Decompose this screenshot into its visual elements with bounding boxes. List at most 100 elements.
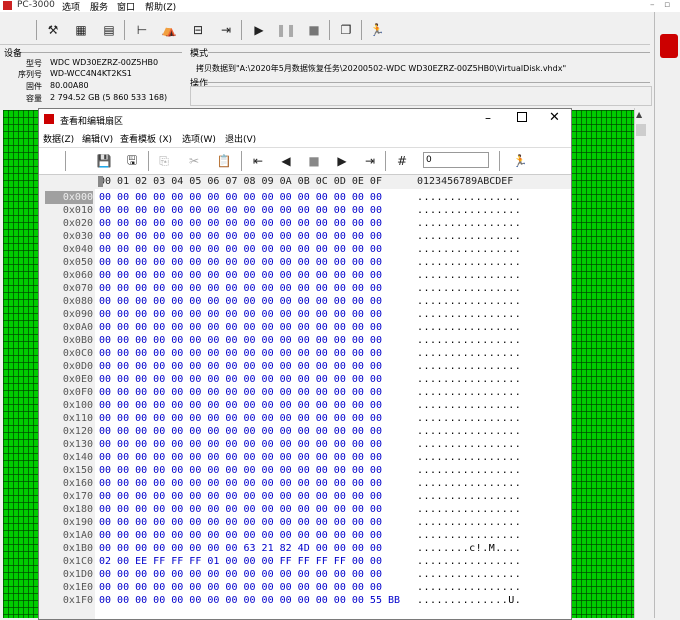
- restore-icon[interactable]: ▫: [664, 0, 670, 10]
- row-bytes[interactable]: 00 00 00 00 00 00 00 00 00 00 00 00 00 0…: [99, 399, 382, 412]
- row-ascii[interactable]: ................: [417, 464, 521, 477]
- copy-icon[interactable]: ⎘: [155, 152, 173, 170]
- row-ascii[interactable]: ................: [417, 568, 521, 581]
- row-bytes[interactable]: 00 00 00 00 00 00 00 00 63 21 82 4D 00 0…: [99, 542, 382, 555]
- row-bytes[interactable]: 00 00 00 00 00 00 00 00 00 00 00 00 00 0…: [99, 191, 382, 204]
- stop-icon[interactable]: ■: [305, 21, 323, 39]
- row-bytes[interactable]: 00 00 00 00 00 00 00 00 00 00 00 00 00 0…: [99, 568, 382, 581]
- pause-icon[interactable]: ❚❚: [276, 21, 296, 39]
- row-bytes[interactable]: 00 00 00 00 00 00 00 00 00 00 00 00 00 0…: [99, 490, 382, 503]
- row-bytes[interactable]: 00 00 00 00 00 00 00 00 00 00 00 00 00 0…: [99, 204, 382, 217]
- hdd-icon[interactable]: ⊟: [189, 21, 207, 39]
- tree-icon[interactable]: ⊢: [133, 21, 151, 39]
- row-ascii[interactable]: ................: [417, 425, 521, 438]
- row-bytes[interactable]: 00 00 00 00 00 00 00 00 00 00 00 00 00 0…: [99, 321, 382, 334]
- tools-icon[interactable]: ⚒: [44, 21, 62, 39]
- row-ascii[interactable]: ................: [417, 412, 521, 425]
- hex-body[interactable]: 0x000 00 00 00 00 00 00 00 00 00 00 00 00…: [39, 191, 571, 619]
- row-ascii[interactable]: ................: [417, 386, 521, 399]
- row-bytes[interactable]: 02 00 EE FF FF FF 01 00 00 00 FF FF FF F…: [99, 555, 382, 568]
- id-icon[interactable]: ▤: [100, 21, 118, 39]
- menu-service[interactable]: 服务: [90, 0, 108, 13]
- first-sector-icon[interactable]: ⇤: [249, 152, 267, 170]
- row-bytes[interactable]: 00 00 00 00 00 00 00 00 00 00 00 00 00 0…: [99, 438, 382, 451]
- row-bytes[interactable]: 00 00 00 00 00 00 00 00 00 00 00 00 00 0…: [99, 308, 382, 321]
- menu-options-w[interactable]: 选项(W): [182, 132, 216, 145]
- row-ascii[interactable]: ................: [417, 347, 521, 360]
- scroll-up-icon[interactable]: ▲: [636, 110, 642, 119]
- row-bytes[interactable]: 00 00 00 00 00 00 00 00 00 00 00 00 00 0…: [99, 373, 382, 386]
- row-ascii[interactable]: ................: [417, 438, 521, 451]
- row-ascii[interactable]: ................: [417, 516, 521, 529]
- row-ascii[interactable]: ................: [417, 529, 521, 542]
- row-ascii[interactable]: ................: [417, 334, 521, 347]
- sector-offset-input[interactable]: [423, 152, 489, 168]
- row-bytes[interactable]: 00 00 00 00 00 00 00 00 00 00 00 00 00 0…: [99, 451, 382, 464]
- row-bytes[interactable]: 00 00 00 00 00 00 00 00 00 00 00 00 00 0…: [99, 412, 382, 425]
- row-ascii[interactable]: ................: [417, 269, 521, 282]
- stop-sector-icon[interactable]: ■: [305, 152, 323, 170]
- last-sector-icon[interactable]: ⇥: [361, 152, 379, 170]
- row-bytes[interactable]: 00 00 00 00 00 00 00 00 00 00 00 00 00 0…: [99, 282, 382, 295]
- menu-exit[interactable]: 退出(V): [225, 132, 256, 145]
- save-icon[interactable]: 💾: [95, 152, 113, 170]
- next-sector-icon[interactable]: ▶: [333, 152, 351, 170]
- row-ascii[interactable]: ................: [417, 555, 521, 568]
- row-bytes[interactable]: 00 00 00 00 00 00 00 00 00 00 00 00 00 0…: [99, 386, 382, 399]
- scroll-thumb[interactable]: [636, 124, 646, 136]
- row-bytes[interactable]: 00 00 00 00 00 00 00 00 00 00 00 00 00 0…: [99, 477, 382, 490]
- row-ascii[interactable]: ................: [417, 217, 521, 230]
- row-bytes[interactable]: 00 00 00 00 00 00 00 00 00 00 00 00 00 0…: [99, 581, 382, 594]
- menu-data[interactable]: 数据(Z): [43, 132, 74, 145]
- row-ascii[interactable]: ........c!.M....: [417, 542, 521, 555]
- window-minimize-icon[interactable]: –: [485, 111, 491, 125]
- prev-sector-icon[interactable]: ◀: [277, 152, 295, 170]
- play-icon[interactable]: ▶: [250, 21, 268, 39]
- row-ascii[interactable]: ................: [417, 373, 521, 386]
- row-bytes[interactable]: 00 00 00 00 00 00 00 00 00 00 00 00 00 0…: [99, 516, 382, 529]
- menu-help[interactable]: 帮助(Z): [145, 0, 176, 13]
- menu-options[interactable]: 选项: [62, 0, 80, 13]
- row-ascii[interactable]: ................: [417, 490, 521, 503]
- row-bytes[interactable]: 00 00 00 00 00 00 00 00 00 00 00 00 00 0…: [99, 425, 382, 438]
- row-ascii[interactable]: ................: [417, 256, 521, 269]
- row-bytes[interactable]: 00 00 00 00 00 00 00 00 00 00 00 00 00 0…: [99, 464, 382, 477]
- menu-edit[interactable]: 编辑(V): [82, 132, 113, 145]
- row-bytes[interactable]: 00 00 00 00 00 00 00 00 00 00 00 00 00 0…: [99, 243, 382, 256]
- row-ascii[interactable]: ................: [417, 477, 521, 490]
- row-bytes[interactable]: 00 00 00 00 00 00 00 00 00 00 00 00 00 0…: [99, 334, 382, 347]
- row-bytes[interactable]: 00 00 00 00 00 00 00 00 00 00 00 00 00 0…: [99, 347, 382, 360]
- row-ascii[interactable]: ................: [417, 282, 521, 295]
- row-bytes[interactable]: 00 00 00 00 00 00 00 00 00 00 00 00 00 0…: [99, 360, 382, 373]
- row-bytes[interactable]: 00 00 00 00 00 00 00 00 00 00 00 00 00 0…: [99, 503, 382, 516]
- row-ascii[interactable]: ................: [417, 230, 521, 243]
- cut-icon[interactable]: ✂: [185, 152, 203, 170]
- export-icon[interactable]: ⇥: [217, 21, 235, 39]
- row-ascii[interactable]: ................: [417, 191, 521, 204]
- minimize-icon[interactable]: –: [650, 0, 655, 10]
- row-ascii[interactable]: ................: [417, 360, 521, 373]
- row-bytes[interactable]: 00 00 00 00 00 00 00 00 00 00 00 00 00 0…: [99, 256, 382, 269]
- menu-window[interactable]: 窗口: [117, 0, 135, 13]
- map-scrollbar[interactable]: [634, 108, 649, 618]
- paste-icon[interactable]: 📋: [215, 152, 233, 170]
- row-ascii[interactable]: ................: [417, 503, 521, 516]
- row-ascii[interactable]: ................: [417, 321, 521, 334]
- binoculars-icon[interactable]: ⛺: [160, 21, 178, 39]
- window-maximize-icon[interactable]: [517, 112, 527, 122]
- row-bytes[interactable]: 00 00 00 00 00 00 00 00 00 00 00 00 00 0…: [99, 217, 382, 230]
- row-ascii[interactable]: ................: [417, 295, 521, 308]
- row-ascii[interactable]: ................: [417, 243, 521, 256]
- menu-view-template[interactable]: 查看模板 (X): [120, 132, 172, 145]
- row-bytes[interactable]: 00 00 00 00 00 00 00 00 00 00 00 00 00 0…: [99, 230, 382, 243]
- save-as-icon[interactable]: 🖫: [123, 152, 141, 170]
- goto-sector-icon[interactable]: #: [393, 152, 411, 170]
- row-bytes[interactable]: 00 00 00 00 00 00 00 00 00 00 00 00 00 0…: [99, 594, 400, 607]
- window-close-icon[interactable]: ✕: [549, 110, 560, 125]
- row-ascii[interactable]: ................: [417, 581, 521, 594]
- row-ascii[interactable]: ................: [417, 399, 521, 412]
- row-ascii[interactable]: ..............U.: [417, 594, 521, 607]
- exit-run-icon[interactable]: 🏃: [368, 21, 386, 39]
- copy-window-icon[interactable]: ❐: [337, 21, 355, 39]
- row-bytes[interactable]: 00 00 00 00 00 00 00 00 00 00 00 00 00 0…: [99, 269, 382, 282]
